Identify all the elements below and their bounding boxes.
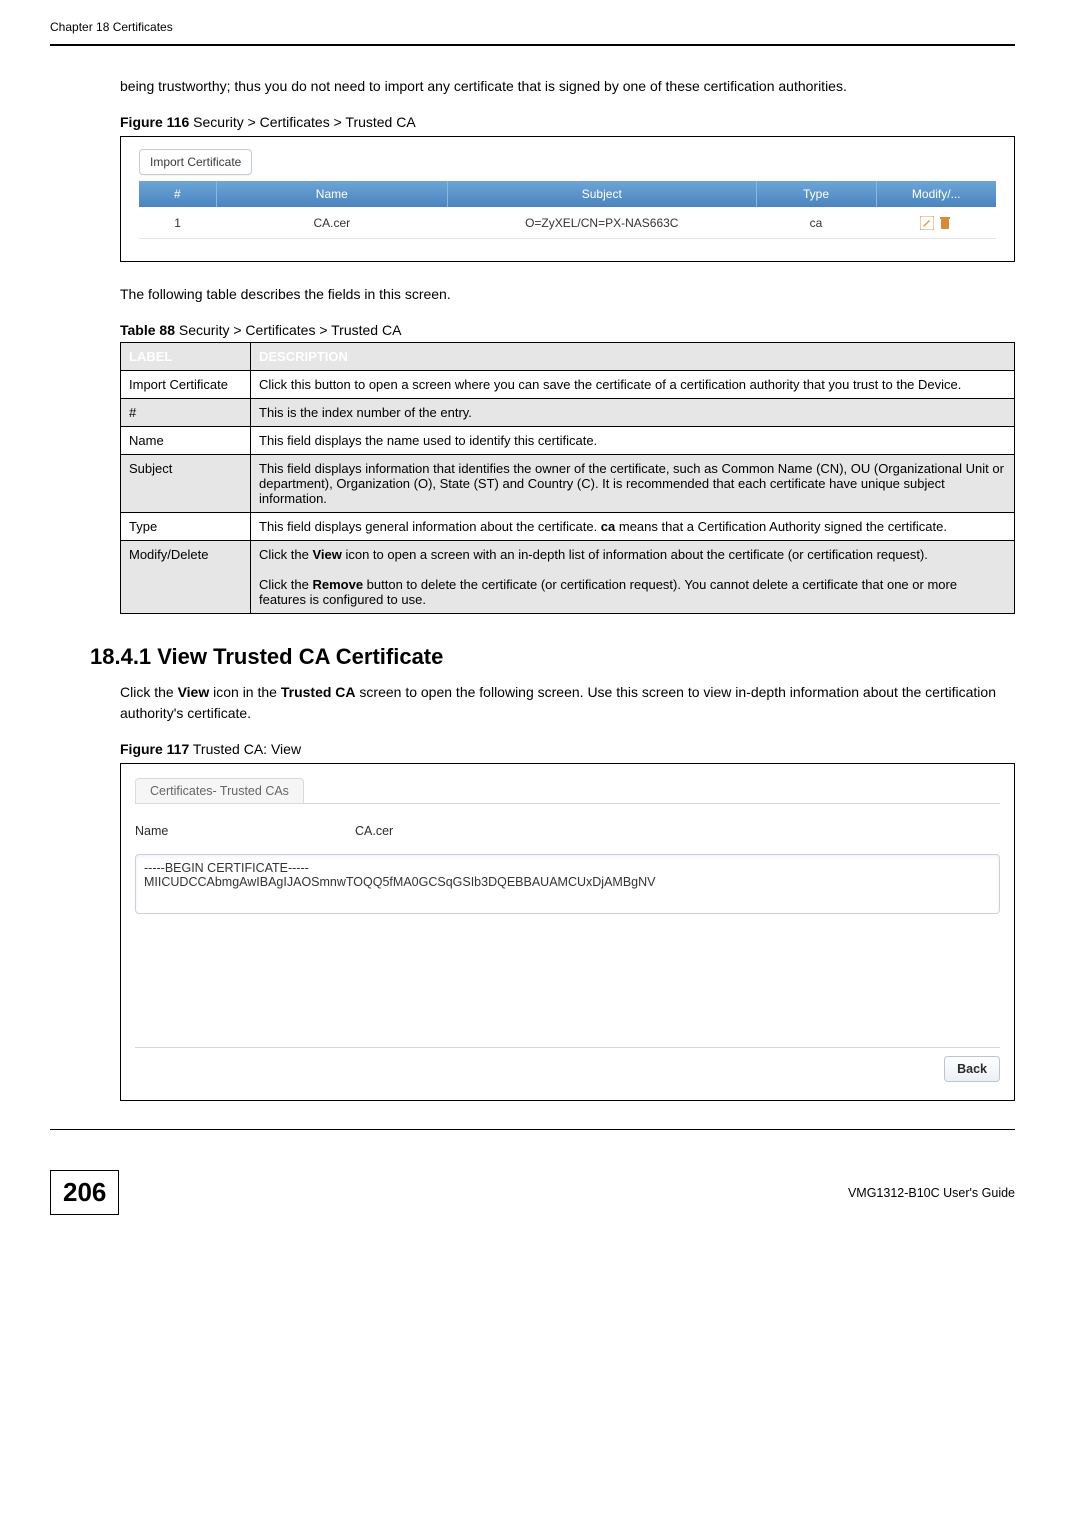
tab-trusted-cas[interactable]: Certificates- Trusted CAs [135,778,304,803]
row-desc: This field displays information that ide… [251,455,1015,513]
figure116-caption-rest: Security > Certificates > Trusted CA [189,114,415,130]
row-desc: Click the View icon to open a screen wit… [251,541,1015,614]
row-label: Modify/Delete [121,541,251,614]
tab-bar: Certificates- Trusted CAs [135,778,1000,804]
table88-caption-bold: Table 88 [120,322,175,338]
table-row: Name This field displays the name used t… [121,427,1015,455]
cell-type: ca [756,207,876,238]
table88-header-label: LABEL [121,343,251,371]
name-value: CA.cer [355,824,1000,838]
row-label: Name [121,427,251,455]
table-row: Import Certificate Click this button to … [121,371,1015,399]
cell-subject: O=ZyXEL/CN=PX-NAS663C [448,207,757,238]
col-modify: Modify/... [876,181,996,207]
footer-rule [50,1129,1015,1130]
figure117-screenshot: Certificates- Trusted CAs Name CA.cer Ba… [120,763,1015,1101]
col-num: # [139,181,216,207]
table88-header-row: LABEL DESCRIPTION [121,343,1015,371]
row-desc: This field displays general information … [251,513,1015,541]
cell-modify [876,207,996,238]
table88: Table 88 Security > Certificates > Trust… [120,322,1015,614]
page-number: 206 [50,1170,119,1215]
table-row: Type This field displays general informa… [121,513,1015,541]
col-subject: Subject [448,181,757,207]
header-rule [50,44,1015,46]
figure116-caption-bold: Figure 116 [120,114,189,130]
row-label: # [121,399,251,427]
trusted-ca-table: # Name Subject Type Modify/... 1 CA.cer … [139,181,996,239]
table88-caption-rest: Security > Certificates > Trusted CA [175,322,401,338]
row-desc: This is the index number of the entry. [251,399,1015,427]
name-field-row: Name CA.cer [135,824,1000,838]
col-type: Type [756,181,876,207]
row-desc: Click this button to open a screen where… [251,371,1015,399]
dialog-footer: Back [135,1047,1000,1082]
row-label: Import Certificate [121,371,251,399]
back-button[interactable]: Back [944,1056,1000,1082]
edit-icon[interactable] [920,216,934,230]
guide-name: VMG1312-B10C User's Guide [848,1186,1015,1200]
figure116-caption: Figure 116 Security > Certificates > Tru… [120,114,1015,130]
table88-intro: The following table describes the fields… [120,284,1015,304]
intro-paragraph: being trustworthy; thus you do not need … [120,76,1015,96]
figure117-caption: Figure 117 Trusted CA: View [120,741,1015,757]
table-row: 1 CA.cer O=ZyXEL/CN=PX-NAS663C ca [139,207,996,238]
name-label: Name [135,824,355,838]
certificate-textarea[interactable] [135,854,1000,914]
row-desc: This field displays the name used to ide… [251,427,1015,455]
col-name: Name [216,181,447,207]
figure117-caption-rest: Trusted CA: View [189,741,301,757]
table-row: Subject This field displays information … [121,455,1015,513]
figure116-screenshot: Import Certificate # Name Subject Type M… [120,136,1015,262]
row-label: Type [121,513,251,541]
section-18-4-1-text: Click the View icon in the Trusted CA sc… [120,682,1015,723]
section-18-4-1-heading: 18.4.1 View Trusted CA Certificate [90,644,1015,670]
cell-name: CA.cer [216,207,447,238]
row-label: Subject [121,455,251,513]
table88-header-desc: DESCRIPTION [251,343,1015,371]
trash-icon[interactable] [938,216,952,230]
figure117-caption-bold: Figure 117 [120,741,189,757]
cell-num: 1 [139,207,216,238]
table88-caption: Table 88 Security > Certificates > Trust… [120,322,1015,342]
import-certificate-button[interactable]: Import Certificate [139,149,252,175]
table-row: Modify/Delete Click the View icon to ope… [121,541,1015,614]
chapter-header: Chapter 18 Certificates [50,20,1015,34]
table-row: # This is the index number of the entry. [121,399,1015,427]
